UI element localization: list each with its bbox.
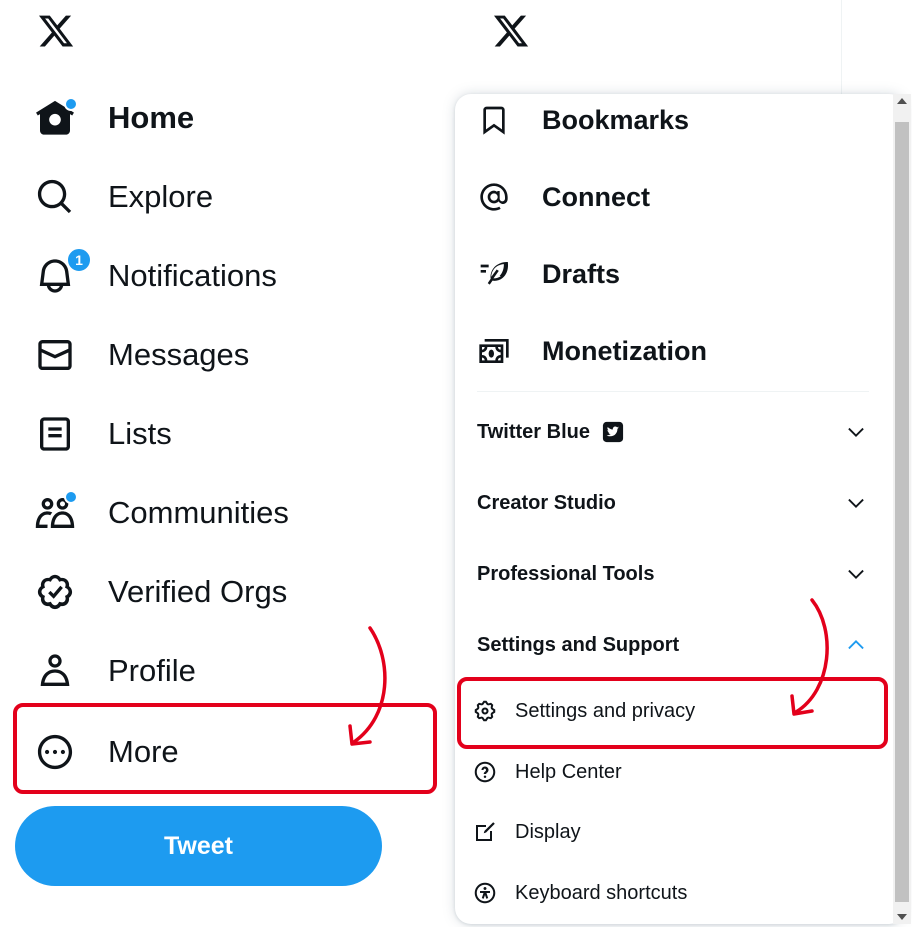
nav-item-home[interactable]: Home [34, 90, 194, 146]
twitter-blue-logo-icon [602, 421, 624, 443]
chevron-down-icon [845, 421, 867, 443]
section-twitter-blue[interactable]: Twitter Blue [477, 412, 867, 452]
scroll-up-arrow-icon[interactable] [897, 98, 907, 104]
nav-item-verified-orgs[interactable]: Verified Orgs [34, 564, 287, 620]
bookmark-icon [477, 103, 511, 137]
menu-item-label: Help Center [515, 760, 622, 783]
communities-icon [34, 490, 78, 534]
tweet-button[interactable]: Tweet [15, 806, 382, 886]
menu-item-label: Bookmarks [542, 104, 690, 135]
nav-label: Explore [108, 179, 214, 214]
list-icon [34, 413, 76, 455]
nav-label: Profile [108, 653, 196, 688]
menu-item-monetization[interactable]: Monetization [477, 321, 707, 381]
nav-item-lists[interactable]: Lists [34, 406, 172, 462]
menu-item-label: Display [515, 820, 581, 843]
menu-item-help-center[interactable]: Help Center [473, 752, 622, 792]
feather-icon [477, 257, 511, 291]
nav-item-notifications[interactable]: 1 Notifications [34, 247, 277, 304]
scroll-down-arrow-icon[interactable] [897, 914, 907, 920]
menu-item-connect[interactable]: Connect [477, 167, 650, 227]
nav-item-profile[interactable]: Profile [34, 643, 196, 699]
column-divider [841, 0, 842, 94]
nav-label: Verified Orgs [108, 574, 288, 609]
search-icon [34, 176, 76, 218]
scrollbar[interactable] [893, 94, 911, 924]
x-logo-icon[interactable] [36, 12, 76, 50]
nav-label: Messages [108, 337, 250, 372]
nav-label: Notifications [108, 258, 277, 293]
notification-badge: 1 [66, 247, 92, 273]
home-icon [34, 97, 78, 139]
at-icon [477, 180, 511, 214]
bell-icon: 1 [34, 247, 92, 297]
section-label: Creator Studio [477, 491, 616, 514]
chevron-down-icon [845, 563, 867, 585]
menu-item-label: Monetization [542, 335, 707, 366]
menu-item-label: Keyboard shortcuts [515, 881, 688, 904]
menu-divider [477, 391, 869, 392]
section-label: Settings and Support [477, 633, 680, 656]
nav-item-communities[interactable]: Communities [34, 485, 289, 541]
chevron-down-icon [845, 492, 867, 514]
scrollbar-thumb[interactable] [895, 122, 909, 902]
help-icon [473, 760, 497, 784]
menu-item-display[interactable]: Display [473, 812, 581, 852]
annotation-arrow-more [348, 626, 387, 746]
section-label: Twitter Blue [477, 420, 590, 443]
menu-item-label: Connect [542, 181, 650, 212]
section-label-wrap: Twitter Blue [477, 421, 624, 444]
section-professional-tools[interactable]: Professional Tools [477, 554, 867, 594]
mail-icon [34, 334, 76, 376]
x-logo-icon[interactable] [492, 12, 530, 50]
person-icon [34, 650, 76, 692]
menu-item-label: Drafts [542, 258, 621, 289]
display-edit-icon [473, 820, 497, 844]
nav-item-explore[interactable]: Explore [34, 169, 213, 225]
nav-item-messages[interactable]: Messages [34, 327, 249, 383]
unread-dot [64, 97, 78, 111]
nav-label: Home [108, 100, 195, 135]
unread-dot [64, 490, 78, 504]
verified-icon [34, 571, 76, 613]
section-label: Professional Tools [477, 562, 655, 585]
nav-label: Communities [108, 495, 289, 530]
menu-item-keyboard-shortcuts[interactable]: Keyboard shortcuts [473, 873, 687, 913]
accessibility-icon [473, 881, 497, 905]
more-dropdown-menu: Bookmarks Connect Drafts Monetization Tw… [455, 94, 905, 924]
section-creator-studio[interactable]: Creator Studio [477, 483, 867, 523]
menu-item-bookmarks[interactable]: Bookmarks [477, 94, 689, 150]
menu-item-drafts[interactable]: Drafts [477, 244, 620, 304]
money-icon [477, 334, 511, 368]
annotation-arrow-settings [790, 598, 829, 716]
nav-label: Lists [108, 416, 172, 451]
